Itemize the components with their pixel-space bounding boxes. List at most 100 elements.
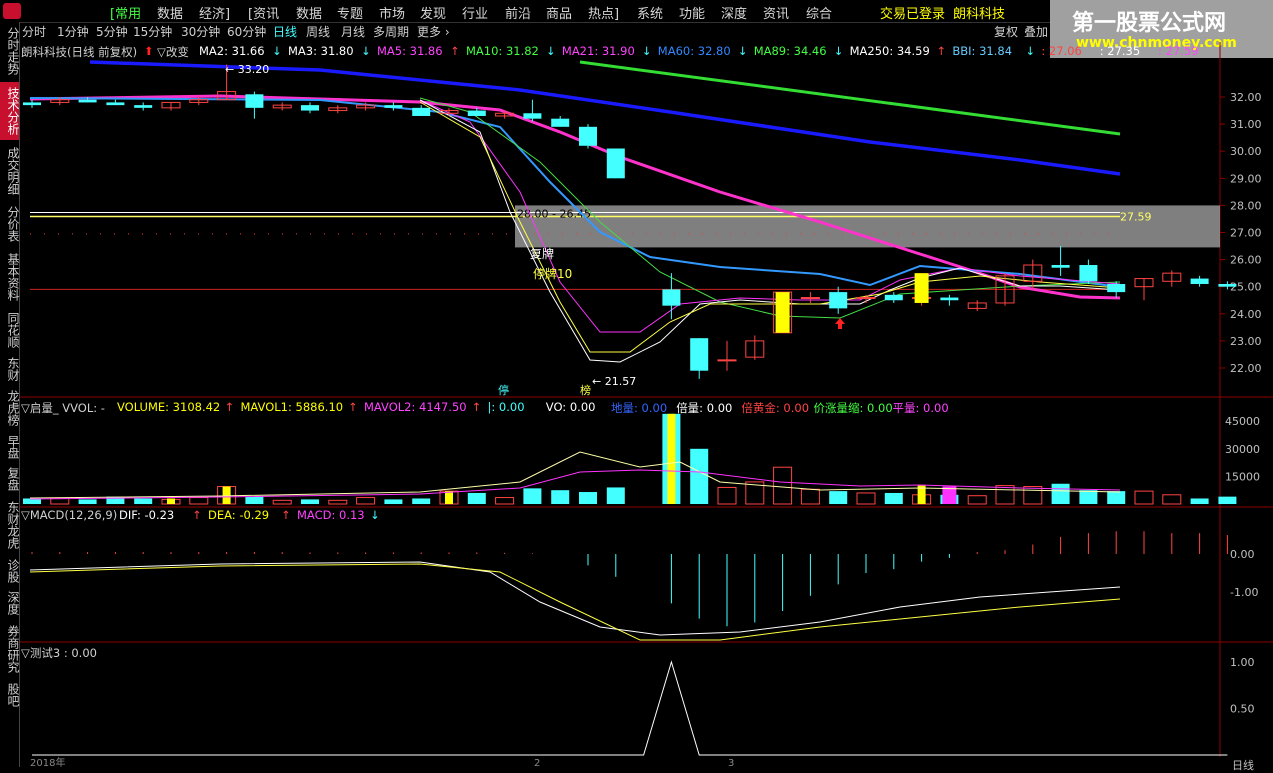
tab-period[interactable]: 月线 [341,23,365,40]
candle-body [384,105,403,108]
left-nav-item[interactable]: 券商研究 [0,620,20,678]
mavol1-line [29,451,1121,499]
menu-item[interactable]: 商品 [546,3,572,22]
tab-period[interactable]: 多周期 [373,23,409,40]
volume-bar [412,498,431,504]
menu-item[interactable]: 系统 [637,3,663,22]
trend-arrow-icon: ↑ [471,400,482,414]
volume-bar [1023,486,1043,505]
tab-period[interactable]: 分时 [22,23,46,40]
left-nav-item[interactable]: 诊股 [0,556,20,586]
volume-tick-label: 15000 [1225,470,1260,483]
candle-body [856,297,876,300]
change-indicator-button[interactable]: ▽改变 [157,44,189,60]
highlight-volume-bar [222,486,231,504]
highlight-candle [914,273,929,303]
menu-item[interactable]: 专题 [337,3,363,22]
indicator-value: : 27.06 [1041,44,1082,58]
left-nav-item[interactable]: 东财龙虎 [0,496,20,554]
tag-ting: 停 [498,383,509,397]
candle-body [1051,265,1070,268]
indicator-value: 价涨量缩: 0.00 [813,401,893,415]
zone-line-label: 27.59 [1120,211,1152,224]
tab-period[interactable]: 5分钟 [96,23,128,40]
indicator-value: MACD: 0.13 [297,508,365,522]
menu-item[interactable]: 资讯 [763,3,789,22]
trend-arrow-icon: ↓ [1025,44,1036,58]
menu-item[interactable]: [资讯 [248,3,279,22]
tab-period[interactable]: 60分钟 [227,23,266,40]
candle-body [800,297,820,300]
volume-bar [884,492,903,504]
period-label: 日线 [1232,759,1254,772]
tab-period[interactable]: 1分钟 [57,23,89,40]
indicator-value: MA250: 34.59 [849,44,930,58]
price-tick-label: 29.00 [1230,172,1262,185]
overlay-button[interactable]: 叠加 [1024,23,1048,40]
menu-item[interactable]: 深度 [721,3,747,22]
left-nav-item[interactable]: 分价表 [0,202,20,246]
left-nav-item[interactable]: 同花顺 [0,308,20,352]
menu-item[interactable]: 综合 [806,3,832,22]
menu-item[interactable]: 行业 [462,3,488,22]
candle-body [940,297,959,301]
red-up-arrow-icon: ⬆ [144,44,154,58]
indicator-value: MA5: 31.86 [377,44,443,58]
volume-panel-prefix[interactable]: ▽启量_ VVOL: - [21,400,105,416]
volume-bar [967,495,987,505]
candle-body [467,110,486,116]
candle-body [523,113,542,119]
menu-item[interactable]: 数据 [157,3,183,22]
menu-item[interactable]: [常用 [110,3,141,22]
tab-period[interactable]: 更多 › [417,23,450,40]
candle-body [662,289,681,306]
test-panel-prefix[interactable]: ▽测试3 : 0.00 [21,645,97,661]
macd-tick-label: -1.00 [1230,586,1258,599]
x-axis-label: 3 [728,758,734,767]
ma89-line [579,60,1121,136]
left-nav-item[interactable]: 早盘 [0,432,20,462]
macd-panel-prefix[interactable]: ▽MACD(12,26,9) [21,508,117,522]
ma60-line [89,60,1121,176]
menu-item[interactable]: 数据 [296,3,322,22]
indicator-value: MA2: 31.66 [199,44,265,58]
volume-bar [579,492,597,504]
menu-item[interactable]: 市场 [379,3,405,22]
left-nav-item[interactable]: 复盘 [0,464,20,494]
left-nav-item[interactable]: 龙虎榜 [0,386,20,430]
left-nav-item[interactable]: 基本资料 [0,248,20,306]
indicator-value: : 27.59 [1158,44,1199,58]
indicator-value: VO: 0.00 [545,400,596,414]
tab-period[interactable]: 15分钟 [133,23,172,40]
indicator-value: BBI: 31.84 [952,44,1013,58]
indicator-value: 倍黄金: 0.00 [741,401,810,415]
indicator-value: 地量: 0.00 [611,401,668,415]
watermark-title: 第一股票公式网 [1072,11,1227,36]
volume-bar [1162,494,1182,505]
left-nav-item[interactable]: 股吧 [0,680,20,710]
macd-tick-label: 0.00 [1230,548,1255,561]
trend-arrow-icon: ↑ [192,508,202,522]
tab-period[interactable]: 周线 [306,23,330,40]
indicator-value: DEA: -0.29 [208,508,270,522]
candle-body [551,118,570,127]
volume-bar [467,492,486,504]
menu-item[interactable]: 发现 [420,3,446,22]
tag-bang: 榜 [580,383,591,397]
menu-item[interactable]: 热点] [588,3,619,22]
tab-period[interactable]: 30分钟 [181,23,220,40]
indicator-value: MA3: 31.80 [288,44,354,58]
left-nav-item[interactable]: 深度 [0,588,20,618]
candle-body [78,99,97,103]
left-nav: 分时走势 技术分析 成交明细 分价表 基本资料 同花顺 东财 龙虎榜 早盘 复盘 东财龙虎 诊股 深度券… [0,22,20,767]
trend-arrow-icon: ↑ [936,44,947,58]
left-nav-item[interactable]: 技术分析 [0,82,20,140]
menu-item[interactable]: 功能 [679,3,705,22]
left-nav-item[interactable]: 成交明细 [0,142,20,200]
tab-period[interactable]: 日线 [273,23,297,40]
menu-item[interactable]: 前沿 [505,3,531,22]
left-nav-item[interactable]: 分时走势 [0,22,20,80]
left-nav-item[interactable]: 东财 [0,354,20,384]
fuquan-button[interactable]: 复权 [994,23,1018,40]
menu-item[interactable]: 经济] [199,3,230,22]
